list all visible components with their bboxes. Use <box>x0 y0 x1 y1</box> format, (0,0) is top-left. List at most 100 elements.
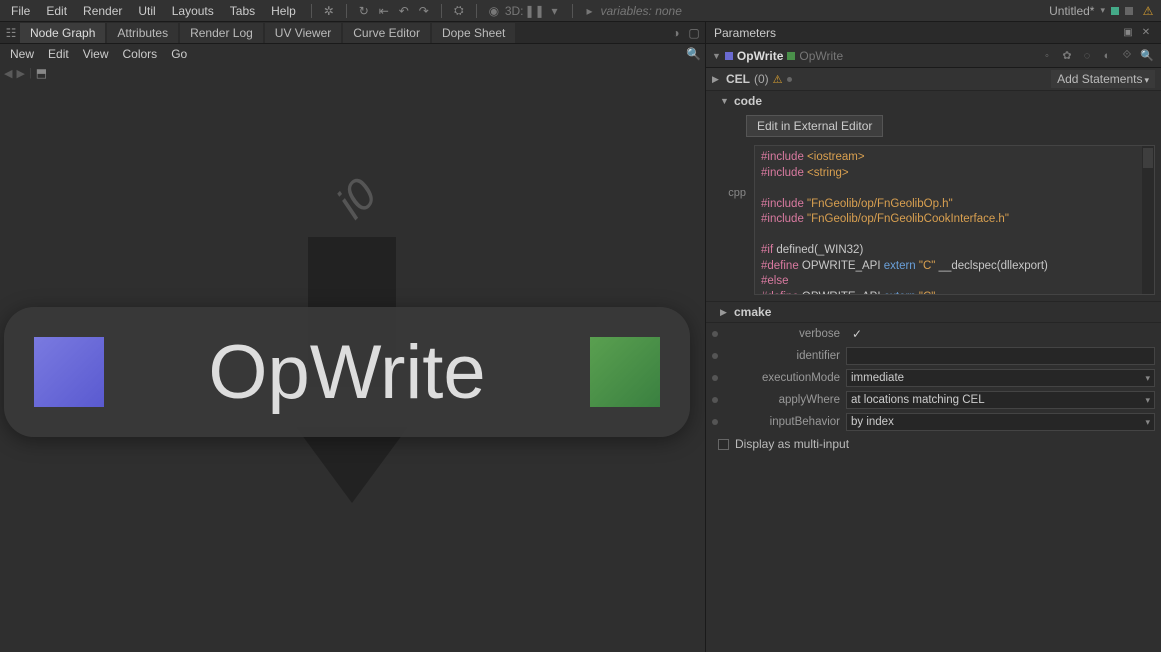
collapse-icon[interactable]: ▼ <box>720 96 730 106</box>
warning-icon[interactable]: ⚠ <box>1139 2 1157 20</box>
edit-flag-icon[interactable] <box>787 52 795 60</box>
parameters-header: Parameters ▣ ✕ <box>706 22 1161 44</box>
globe-icon[interactable]: ◉ <box>485 2 503 20</box>
node-graph-viewport[interactable]: i0 OpWrite <box>0 82 705 652</box>
input-behavior-select[interactable]: by index▾ <box>846 413 1155 431</box>
cmake-group-header[interactable]: ▶ cmake <box>706 302 1161 322</box>
view3d-label: 3D: <box>505 4 524 18</box>
menu-tabs[interactable]: Tabs <box>223 2 262 20</box>
param-state-dot[interactable] <box>712 419 718 425</box>
input-behavior-label: inputBehavior <box>724 416 840 428</box>
menu-util[interactable]: Util <box>131 2 162 20</box>
collapse-icon[interactable]: ▼ <box>712 51 721 61</box>
verbose-checkbox[interactable]: ✓ <box>846 327 1155 341</box>
left-pane: ☷ Node Graph Attributes Render Log UV Vi… <box>0 22 706 652</box>
submenu-view[interactable]: View <box>77 45 115 63</box>
execution-mode-select[interactable]: immediate▾ <box>846 369 1155 387</box>
param-state-dot[interactable] <box>712 375 718 381</box>
param-state-dot[interactable] <box>712 353 718 359</box>
node-edit-indicator[interactable] <box>590 337 660 407</box>
code-label: code <box>734 94 762 108</box>
link-icon[interactable]: ⟐ <box>1119 48 1135 64</box>
verbose-label: verbose <box>724 328 840 340</box>
add-statements-button[interactable]: Add Statements▾ <box>1051 70 1155 88</box>
node-view-indicator[interactable] <box>34 337 104 407</box>
execution-mode-label: executionMode <box>724 372 840 384</box>
expand-icon[interactable]: ▶ <box>712 74 722 85</box>
tab-attributes[interactable]: Attributes <box>107 23 178 43</box>
code-group-header[interactable]: ▼ code <box>706 91 1161 111</box>
back-icon[interactable]: ↶ <box>395 2 413 20</box>
connection-arrow-head <box>296 427 408 503</box>
opwrite-node[interactable]: OpWrite <box>4 307 690 437</box>
close-icon[interactable]: ✕ <box>1139 26 1153 40</box>
tab-node-graph[interactable]: Node Graph <box>20 23 105 43</box>
nav-home-icon[interactable]: ⬒ <box>36 66 47 80</box>
nav-arrows: ◀ ▶ | ⬒ <box>0 64 705 82</box>
status-indicator-green <box>1111 7 1119 15</box>
pin-icon[interactable]: ▣ <box>1121 26 1135 40</box>
chevron-down-icon[interactable]: ▾ <box>546 2 564 20</box>
left-tabs-row: ☷ Node Graph Attributes Render Log UV Vi… <box>0 22 705 44</box>
cel-group-header[interactable]: ▶ CEL (0) ⚠ Add Statements▾ <box>706 68 1161 90</box>
param-state-dot[interactable] <box>712 397 718 403</box>
param-verbose: verbose ✓ <box>706 323 1161 345</box>
cel-group: ▶ CEL (0) ⚠ Add Statements▾ <box>706 68 1161 91</box>
node-label: OpWrite <box>164 329 530 416</box>
rewind-icon[interactable]: ⇤ <box>375 2 393 20</box>
gear-icon[interactable]: ✿ <box>1059 48 1075 64</box>
tab-render-log[interactable]: Render Log <box>180 23 263 43</box>
display-multi-checkbox[interactable] <box>718 439 729 450</box>
menu-layouts[interactable]: Layouts <box>165 2 221 20</box>
menu-help[interactable]: Help <box>264 2 303 20</box>
expand-icon[interactable]: ▶ <box>720 307 730 318</box>
submenu-go[interactable]: Go <box>165 45 193 63</box>
toggle-icon[interactable]: ◐ <box>1099 48 1115 64</box>
tab-options-icon[interactable]: ◑ <box>667 24 685 42</box>
parameters-title: Parameters <box>714 26 776 40</box>
variables-label[interactable]: variables: none <box>601 4 682 18</box>
code-group: ▼ code Edit in External Editor cpp #incl… <box>706 91 1161 302</box>
tab-uv-viewer[interactable]: UV Viewer <box>265 23 341 43</box>
separator <box>572 4 573 18</box>
tab-dope-sheet[interactable]: Dope Sheet <box>432 23 515 43</box>
dim-icon[interactable]: ◌ <box>1079 48 1095 64</box>
nav-sep: | <box>29 67 32 79</box>
cmake-label: cmake <box>734 305 771 319</box>
tab-maximize-icon[interactable]: ▢ <box>685 24 703 42</box>
code-language-label: cpp <box>724 145 746 295</box>
search-icon[interactable]: 🔍 <box>1139 48 1155 64</box>
menu-edit[interactable]: Edit <box>39 2 74 20</box>
nav-forward-icon[interactable]: ▶ <box>16 67 24 80</box>
code-editor[interactable]: #include <iostream>#include <string> #in… <box>754 145 1155 295</box>
title-dropdown-icon[interactable]: ▾ <box>1100 5 1105 16</box>
render-icon[interactable]: ⛭ <box>450 2 468 20</box>
submenu-colors[interactable]: Colors <box>117 45 164 63</box>
document-title: Untitled* <box>1049 4 1094 18</box>
lock-icon[interactable]: ◦ <box>1039 48 1055 64</box>
nav-back-icon[interactable]: ◀ <box>4 67 12 80</box>
pause-icon[interactable]: ❚❚ <box>526 2 544 20</box>
menu-file[interactable]: File <box>4 2 37 20</box>
param-identifier: identifier <box>706 345 1161 367</box>
cel-label: CEL <box>726 72 750 86</box>
forward-icon[interactable]: ↷ <box>415 2 433 20</box>
scrollbar[interactable] <box>1142 146 1154 294</box>
submenu-edit[interactable]: Edit <box>42 45 75 63</box>
apply-where-select[interactable]: at locations matching CEL▾ <box>846 391 1155 409</box>
variables-caret-icon[interactable]: ▸ <box>581 2 599 20</box>
parameters-pane: Parameters ▣ ✕ ▼ OpWrite OpWrite ◦ ✿ ◌ ◐… <box>706 22 1161 652</box>
tab-dropdown-icon[interactable]: ☷ <box>2 24 20 42</box>
node-name[interactable]: OpWrite <box>737 49 783 63</box>
identifier-input[interactable] <box>846 347 1155 365</box>
tab-curve-editor[interactable]: Curve Editor <box>343 23 430 43</box>
param-state-dot[interactable] <box>712 331 718 337</box>
search-icon[interactable]: 🔍 <box>686 47 701 61</box>
menu-render[interactable]: Render <box>76 2 129 20</box>
view-flag-icon[interactable] <box>725 52 733 60</box>
flush-caches-icon[interactable]: ✲ <box>320 2 338 20</box>
edit-external-button[interactable]: Edit in External Editor <box>746 115 883 137</box>
node-header: ▼ OpWrite OpWrite ◦ ✿ ◌ ◐ ⟐ 🔍 <box>706 44 1161 68</box>
submenu-new[interactable]: New <box>4 45 40 63</box>
refresh-icon[interactable]: ↻ <box>355 2 373 20</box>
